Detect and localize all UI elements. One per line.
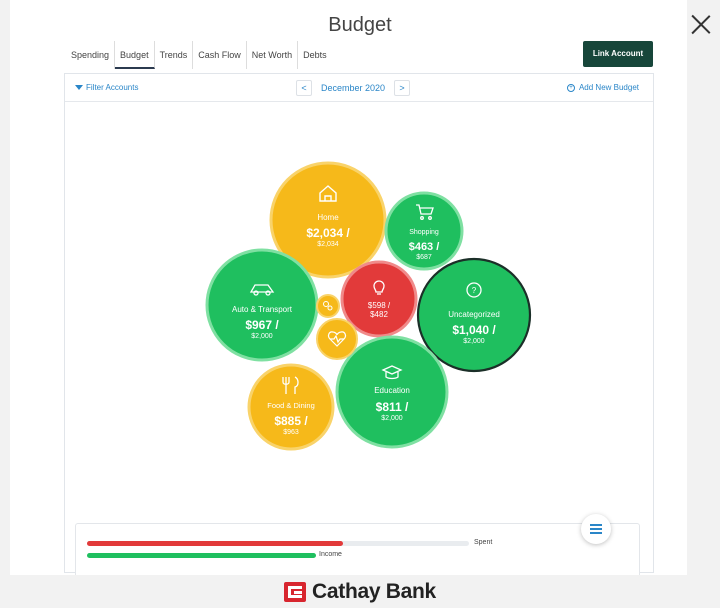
budget-spent: $967 / — [245, 318, 279, 332]
budget-spent: $885 / — [274, 414, 308, 428]
budget-name: Uncategorized — [448, 310, 500, 319]
list-icon — [590, 524, 602, 526]
budget-limit: $2,034 — [317, 241, 339, 248]
budget-spent: $1,040 / — [452, 323, 496, 337]
budget-limit: $2,000 — [381, 415, 403, 422]
budget-bubble-kids[interactable] — [316, 294, 340, 318]
budget-limit: $2,000 — [251, 333, 273, 340]
filter-accounts-label: Filter Accounts — [86, 83, 139, 92]
budget-limit: $687 — [416, 254, 432, 261]
tab-spending[interactable]: Spending — [66, 41, 116, 69]
budget-limit: $482 — [370, 310, 388, 319]
budget-toolbar: Filter Accounts < December 2020 > + Add N… — [65, 74, 653, 102]
budget-bubble-shopping[interactable]: Shopping $463 / $687 — [384, 191, 464, 271]
budget-limit: $2,000 — [463, 338, 485, 345]
add-new-budget-button[interactable]: + Add New Budget — [566, 83, 639, 92]
budget-name: Home — [317, 213, 339, 222]
budget-bubble-food-dining[interactable]: Food & Dining $885 / $963 — [247, 363, 335, 451]
page-title: Budget — [328, 14, 392, 36]
spent-bar-track — [87, 541, 469, 546]
plus-circle-icon: + — [566, 83, 575, 92]
close-icon[interactable] — [691, 14, 711, 34]
budget-spent: $463 / — [409, 241, 440, 253]
cathay-bank-logo-icon — [284, 581, 307, 602]
brand-name: Cathay Bank — [312, 579, 436, 603]
tab-net-worth[interactable]: Net Worth — [247, 41, 299, 69]
list-icon — [590, 528, 602, 530]
budget-limit: $963 — [283, 429, 299, 436]
budget-name: Food & Dining — [267, 401, 315, 410]
footer: Cathay Bank — [0, 575, 720, 608]
budget-name: Auto & Transport — [232, 305, 293, 314]
budget-bubble-utilities[interactable]: $598 / $482 — [340, 260, 418, 338]
link-account-button[interactable]: Link Account — [583, 41, 653, 67]
income-label: Income — [319, 551, 342, 558]
filter-icon — [75, 85, 83, 91]
budget-spent: $2,034 / — [306, 226, 350, 240]
list-icon — [590, 532, 602, 534]
tab-debts[interactable]: Debts — [298, 41, 332, 69]
budget-bubble-health[interactable] — [316, 318, 358, 360]
month-label: December 2020 — [320, 83, 386, 93]
budget-name: Education — [374, 386, 410, 395]
add-new-budget-label: Add New Budget — [578, 83, 639, 92]
filter-accounts-button[interactable]: Filter Accounts — [75, 83, 138, 92]
next-month-button[interactable]: > — [394, 80, 410, 96]
budget-spent: $598 / — [368, 301, 391, 310]
budget-bubble-education[interactable]: Education $811 / $2,000 — [335, 335, 449, 449]
budget-spent: $811 / — [376, 400, 409, 414]
tab-bar: Spending Budget Trends Cash Flow Net Wor… — [66, 41, 332, 69]
budget-name: Shopping — [409, 229, 439, 236]
svg-text:?: ? — [472, 286, 477, 295]
list-view-button[interactable] — [581, 514, 611, 544]
tab-trends[interactable]: Trends — [155, 41, 194, 69]
budget-bubble-auto-transport[interactable]: Auto & Transport $967 / $2,000 — [205, 248, 319, 362]
prev-month-button[interactable]: < — [296, 80, 312, 96]
month-selector: < December 2020 > — [296, 80, 410, 96]
tab-cash-flow[interactable]: Cash Flow — [193, 41, 247, 69]
budget-bubble-uncategorized[interactable]: ? Uncategorized $1,040 / $2,000 — [416, 257, 532, 373]
budget-summary: Spent Income — [75, 523, 640, 575]
tab-budget[interactable]: Budget — [115, 41, 155, 69]
spent-bar — [87, 541, 343, 546]
spent-label: Spent — [474, 539, 493, 546]
income-bar — [87, 553, 317, 558]
